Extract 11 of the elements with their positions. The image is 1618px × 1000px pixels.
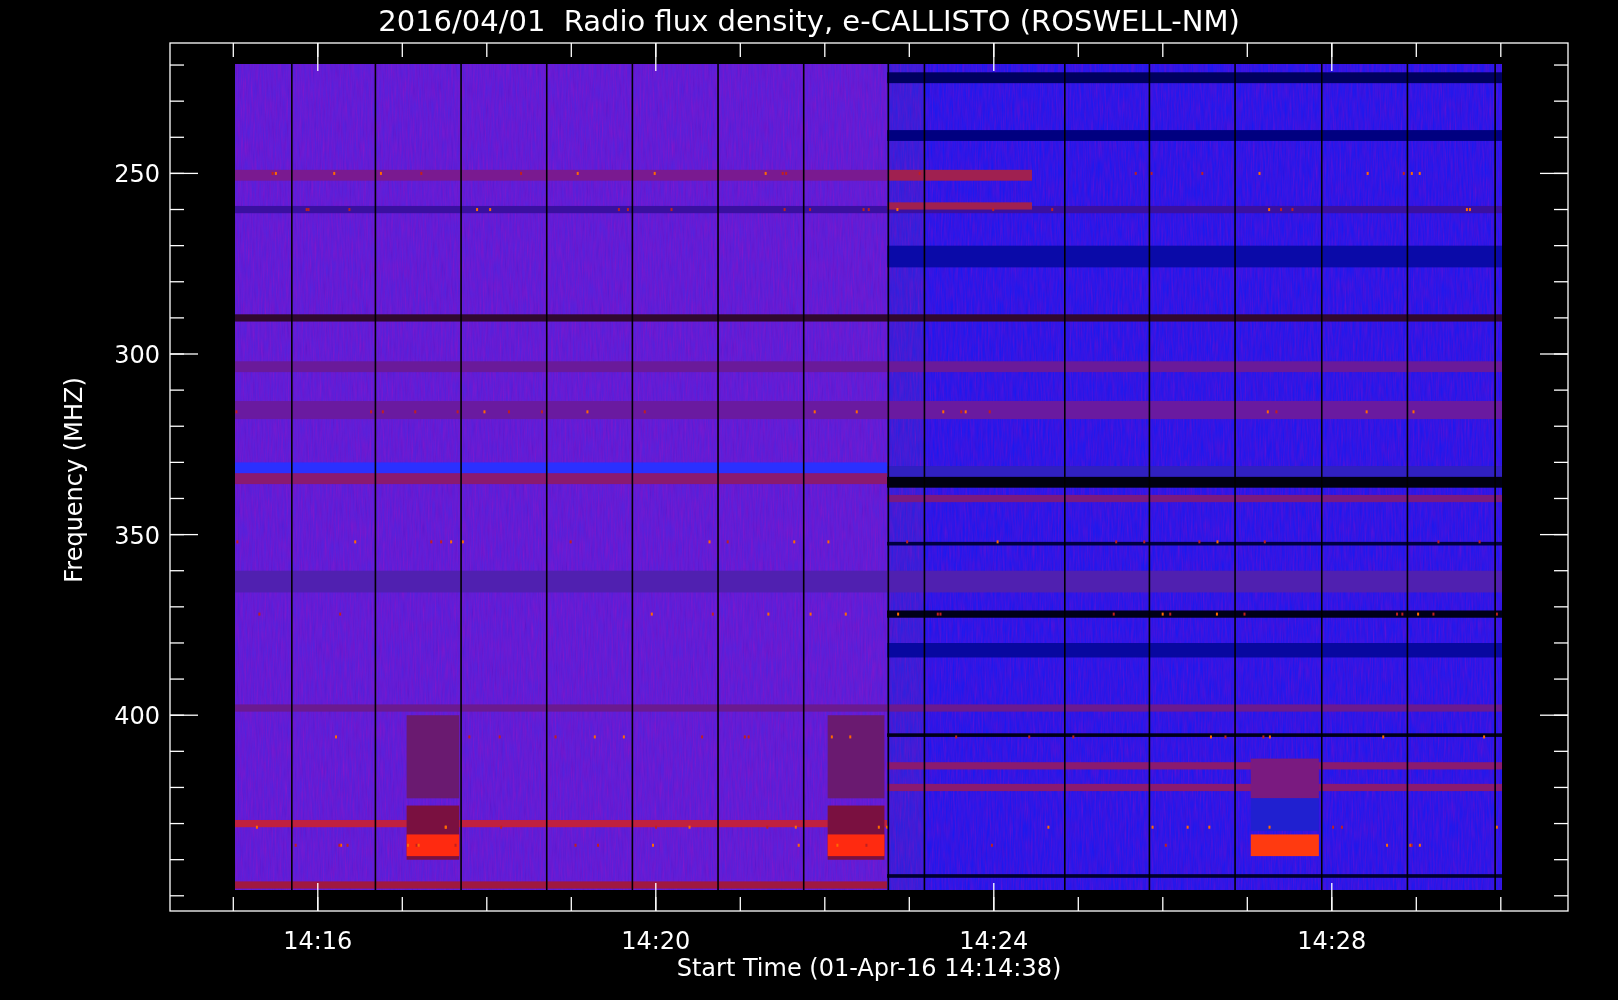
y-tick-label: 350 xyxy=(114,521,160,550)
x-tick-label: 14:28 xyxy=(1297,927,1367,955)
y-tick-label: 400 xyxy=(114,702,160,731)
x-tick-label: 14:16 xyxy=(283,927,353,955)
y-tick-label: 300 xyxy=(114,341,160,369)
x-axis-label: Start Time (01-Apr-16 14:14:38) xyxy=(676,954,1062,982)
x-tick-label: 14:20 xyxy=(621,927,691,955)
chart-title: 2016/04/01 Radio flux density, e-CALLISTO (ROSWELL-NM) xyxy=(378,4,1240,38)
y-axis-label: Frequency (MHZ) xyxy=(60,377,88,583)
x-tick-label: 14:24 xyxy=(959,927,1029,955)
y-tick-label: 250 xyxy=(114,160,160,189)
